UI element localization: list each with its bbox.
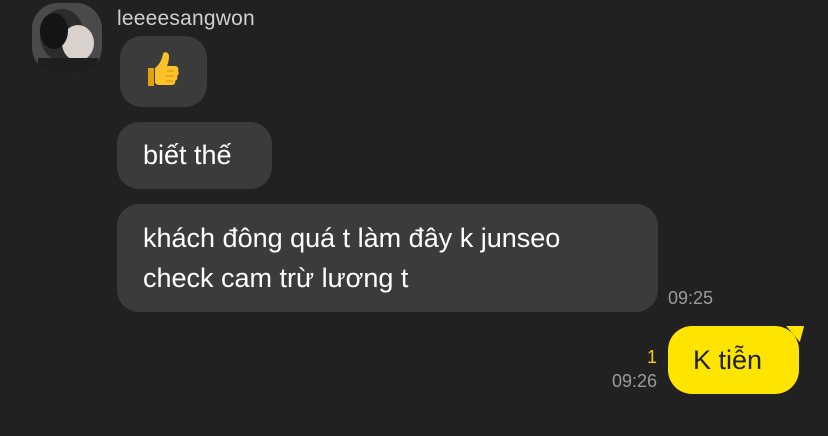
message-bubble-thumbs-up[interactable]	[120, 36, 207, 107]
message-text: K tiễn	[693, 345, 763, 375]
thumbs-up-icon	[148, 52, 179, 86]
sender-avatar[interactable]	[32, 3, 102, 73]
message-timestamp: 09:25	[668, 288, 714, 308]
unread-count: 1	[647, 347, 658, 367]
message-bubble[interactable]: khách đông quá t làm đây k junseo check …	[117, 204, 658, 312]
message-text: biết thế	[143, 140, 232, 170]
message-timestamp: 09:26	[612, 371, 658, 391]
message-bubble[interactable]: biết thế	[117, 122, 272, 189]
outgoing-message-bubble[interactable]: K tiễn	[668, 326, 799, 394]
message-text-line: check cam trừ lương t	[143, 263, 409, 293]
message-text-line: khách đông quá t làm đây k junseo	[143, 223, 561, 253]
sender-name: leeeesangwon	[117, 7, 255, 30]
